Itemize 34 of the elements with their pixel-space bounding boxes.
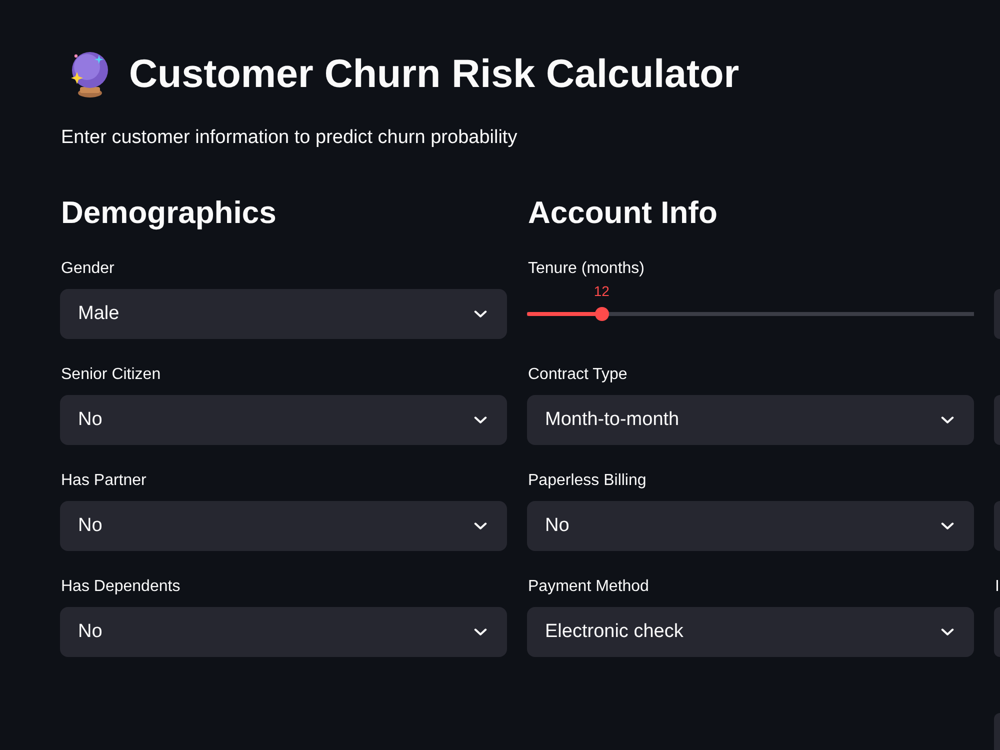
chevron-down-icon <box>474 628 487 636</box>
chevron-down-icon <box>474 522 487 530</box>
chevron-down-icon <box>941 416 954 424</box>
dropdown-select[interactable]: Male <box>60 289 507 339</box>
field-label: Has Dependents <box>61 578 180 595</box>
chevron-down-icon <box>474 310 487 318</box>
dropdown-select[interactable]: No <box>60 607 507 657</box>
field-label: Tenure (months) <box>528 260 644 277</box>
field-label: I <box>995 578 1000 595</box>
dropdown-select[interactable]: No <box>60 501 507 551</box>
field-label: Senior Citizen <box>61 366 161 383</box>
page-title: Customer Churn Risk Calculator <box>129 51 740 98</box>
chevron-down-icon <box>474 416 487 424</box>
field-label: Paperless Billing <box>528 472 646 489</box>
dropdown-select[interactable]: No <box>60 395 507 445</box>
dropdown-select[interactable]: No <box>527 501 974 551</box>
chevron-down-icon <box>941 628 954 636</box>
field-label: Contract Type <box>528 366 628 383</box>
slider-value: 12 <box>594 283 610 299</box>
field-label: Payment Method <box>528 578 649 595</box>
dropdown-select[interactable]: Electronic check <box>527 607 974 657</box>
dropdown-select[interactable] <box>994 607 1000 657</box>
field-label: Has Partner <box>61 472 146 489</box>
dropdown-select[interactable] <box>994 501 1000 551</box>
page-subtitle: Enter customer information to predict churn probability <box>61 126 518 150</box>
chevron-down-icon <box>941 522 954 530</box>
dropdown-select[interactable] <box>994 289 1000 339</box>
dropdown-select[interactable]: Month-to-month <box>527 395 974 445</box>
section-heading: Demographics <box>61 195 276 230</box>
dropdown-select[interactable] <box>994 395 1000 445</box>
slider-handle[interactable] <box>594 307 609 321</box>
section-heading: Account Info <box>528 195 718 230</box>
field-label: Gender <box>61 260 114 277</box>
dropdown-select[interactable] <box>994 713 1000 750</box>
